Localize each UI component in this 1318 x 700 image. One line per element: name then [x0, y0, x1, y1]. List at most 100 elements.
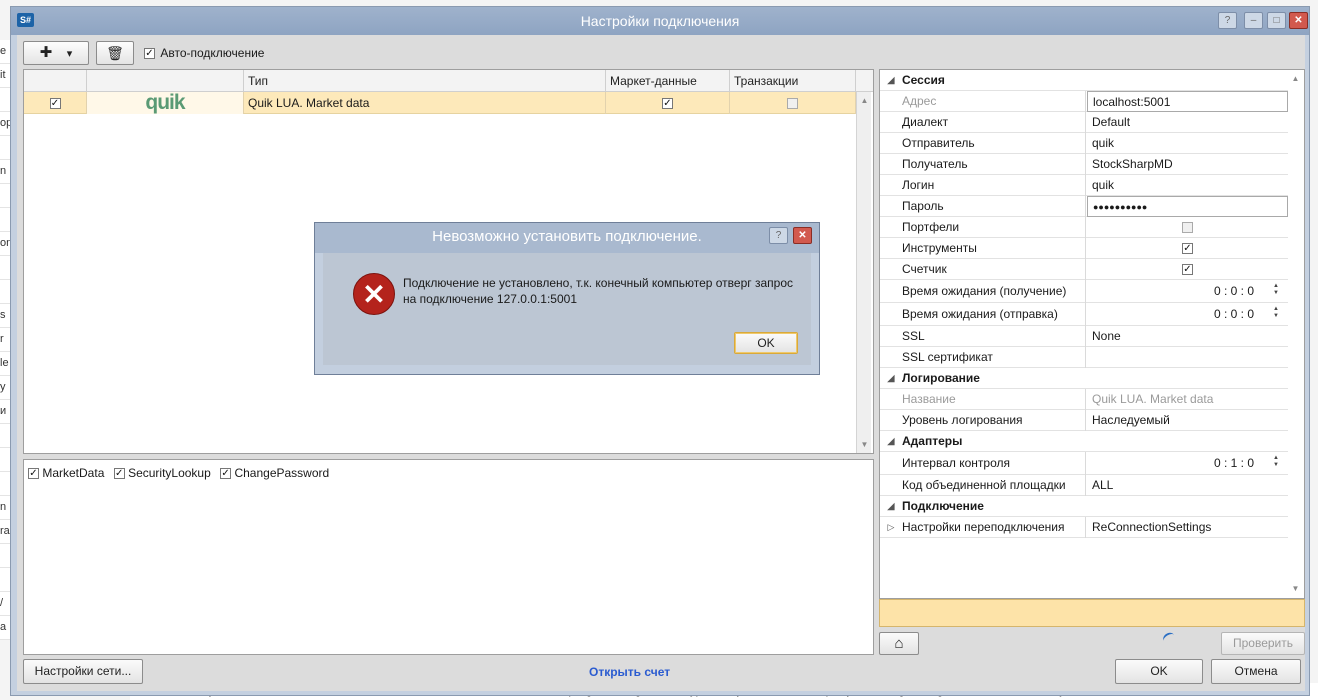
spinner-icon[interactable]: ▲ ▼	[1270, 283, 1282, 298]
property-password[interactable]: Пароль ●●●●●●●●●●	[880, 196, 1288, 217]
property-instruments[interactable]: Инструменты ✓	[880, 238, 1288, 259]
collapse-icon[interactable]: ◢	[880, 431, 902, 452]
message-type-changepassword[interactable]: ✓ ChangePassword	[220, 466, 329, 480]
transactions-checkbox[interactable]	[787, 98, 798, 110]
message-type-securitylookup[interactable]: ✓ SecurityLookup	[113, 466, 214, 480]
securitylookup-check-icon: ✓	[113, 468, 125, 480]
message-type-marketdata[interactable]: ✓ MarketData	[28, 466, 108, 480]
market-data-checkbox[interactable]: ✓	[662, 98, 673, 110]
open-account-link[interactable]: Открыть счет	[589, 665, 670, 679]
category-session-label: Сессия	[902, 73, 945, 87]
scroll-up-icon[interactable]: ▲	[1288, 74, 1303, 83]
portfolios-checkbox[interactable]	[1182, 222, 1193, 234]
grid-scrollbar[interactable]: ▲ ▼	[856, 92, 871, 453]
column-header-market-data[interactable]: Маркет-данные	[606, 70, 730, 92]
column-header-type[interactable]: Тип	[244, 70, 606, 92]
ok-button[interactable]: OK	[1115, 659, 1203, 684]
collapse-icon[interactable]: ◢	[880, 496, 902, 517]
maximize-button[interactable]: □	[1267, 12, 1286, 29]
property-reconnect[interactable]: ▷ Настройки переподключения ReConnection…	[880, 517, 1288, 538]
error-dialog-title[interactable]: Невозможно установить подключение.	[315, 223, 819, 253]
instruments-cell[interactable]: ✓	[1087, 238, 1288, 259]
scroll-down-icon[interactable]: ▼	[1288, 584, 1303, 593]
close-button[interactable]: ✕	[1289, 12, 1308, 29]
scroll-down-icon[interactable]: ▼	[857, 440, 872, 449]
ssl-cert-value[interactable]	[1087, 347, 1288, 368]
category-adapters[interactable]: ◢ Адаптеры	[880, 431, 1288, 452]
sender-value[interactable]: quik	[1087, 133, 1288, 154]
property-recv-timeout[interactable]: Время ожидания (получение) 0 : 0 : 0 ▲ ▼	[880, 280, 1288, 303]
column-header-logo[interactable]	[87, 70, 244, 92]
expand-icon[interactable]: ▷	[880, 517, 902, 538]
reconnect-value[interactable]: ReConnectionSettings	[1087, 517, 1288, 538]
category-session[interactable]: ◢ Сессия	[880, 70, 1288, 91]
table-row[interactable]: ✓ quik Quik LUA. Market data ✓	[24, 92, 856, 114]
property-login[interactable]: Логин quik	[880, 175, 1288, 196]
counter-cell[interactable]: ✓	[1087, 259, 1288, 280]
counter-checkbox[interactable]: ✓	[1182, 264, 1193, 276]
ssl-value[interactable]: None	[1087, 326, 1288, 347]
row-enabled-checkbox[interactable]: ✓	[49, 98, 61, 110]
auto-connect-checkbox[interactable]: ✓ Авто-подключение	[144, 46, 264, 60]
recv-timeout-input[interactable]: 0 : 0 : 0 ▲ ▼	[1087, 280, 1288, 303]
title-bar[interactable]: Настройки подключения S# ? ‒ □ ✕	[11, 7, 1309, 35]
collapse-icon[interactable]: ◢	[880, 70, 902, 91]
property-address[interactable]: Адрес localhost:5001	[880, 91, 1288, 112]
quik-logo-text: quik	[145, 91, 185, 114]
recv-timeout-value: 0 : 0 : 0	[1213, 284, 1254, 298]
property-ssl[interactable]: SSL None	[880, 326, 1288, 347]
row-enabled-cell[interactable]: ✓	[24, 92, 87, 114]
dialect-value[interactable]: Default	[1087, 112, 1288, 133]
dialog-close-button[interactable]: ✕	[793, 227, 812, 244]
property-log-level[interactable]: Уровень логирования Наследуемый	[880, 410, 1288, 431]
property-portfolios[interactable]: Портфели	[880, 217, 1288, 238]
spinner-icon[interactable]: ▲ ▼	[1270, 306, 1282, 321]
spinner-icon[interactable]: ▲ ▼	[1270, 455, 1282, 470]
grid-header: Тип Маркет-данные Транзакции	[24, 70, 873, 92]
property-send-timeout[interactable]: Время ожидания (отправка) 0 : 0 : 0 ▲ ▼	[880, 303, 1288, 326]
login-value[interactable]: quik	[1087, 175, 1288, 196]
property-log-name[interactable]: Название Quik LUA. Market data	[880, 389, 1288, 410]
add-connection-button[interactable]: ✚ ▾	[23, 41, 89, 65]
row-market-data-cell[interactable]: ✓	[606, 92, 730, 114]
address-input[interactable]: localhost:5001	[1087, 91, 1288, 112]
property-name: Логин	[902, 175, 1086, 196]
property-heartbeat[interactable]: Интервал контроля 0 : 1 : 0 ▲ ▼	[880, 452, 1288, 475]
collapse-icon[interactable]: ◢	[880, 368, 902, 389]
send-timeout-input[interactable]: 0 : 0 : 0 ▲ ▼	[1087, 303, 1288, 326]
property-dialect[interactable]: Диалект Default	[880, 112, 1288, 133]
home-button[interactable]: ⌂	[879, 632, 919, 655]
board-code-value[interactable]: ALL	[1087, 475, 1288, 496]
help-icon[interactable]: ?	[1218, 12, 1237, 29]
password-input[interactable]: ●●●●●●●●●●	[1087, 196, 1288, 217]
instruments-checkbox[interactable]: ✓	[1182, 243, 1193, 255]
property-name: SSL сертификат	[902, 347, 1086, 368]
check-button[interactable]: Проверить	[1221, 632, 1305, 655]
delete-connection-button[interactable]: 🗑	[96, 41, 134, 65]
scroll-up-icon[interactable]: ▲	[857, 96, 872, 105]
property-name: Портфели	[902, 217, 1086, 238]
property-name: Пароль	[902, 196, 1086, 217]
property-name: Настройки переподключения	[902, 517, 1086, 538]
column-header-transactions[interactable]: Транзакции	[730, 70, 856, 92]
dialog-ok-button[interactable]: OK	[734, 332, 798, 354]
log-level-value[interactable]: Наследуемый	[1087, 410, 1288, 431]
row-transactions-cell[interactable]	[730, 92, 856, 114]
column-header-enabled[interactable]	[24, 70, 87, 92]
property-sender[interactable]: Отправитель quik	[880, 133, 1288, 154]
receiver-value[interactable]: StockSharpMD	[1087, 154, 1288, 175]
error-dialog-body: ✕ Подключение не установлено, т.к. конеч…	[323, 253, 811, 365]
property-counter[interactable]: Счетчик ✓	[880, 259, 1288, 280]
property-ssl-cert[interactable]: SSL сертификат	[880, 347, 1288, 368]
property-board-code[interactable]: Код объединенной площадки ALL	[880, 475, 1288, 496]
property-grid-scrollbar[interactable]: ▲ ▼	[1288, 70, 1303, 598]
dialog-help-icon[interactable]: ?	[769, 227, 788, 244]
network-settings-button[interactable]: Настройки сети...	[23, 659, 143, 684]
cancel-button[interactable]: Отмена	[1211, 659, 1301, 684]
heartbeat-input[interactable]: 0 : 1 : 0 ▲ ▼	[1087, 452, 1288, 475]
category-logging[interactable]: ◢ Логирование	[880, 368, 1288, 389]
minimize-button[interactable]: ‒	[1244, 12, 1263, 29]
property-receiver[interactable]: Получатель StockSharpMD	[880, 154, 1288, 175]
category-connection[interactable]: ◢ Подключение	[880, 496, 1288, 517]
portfolios-cell[interactable]	[1087, 217, 1288, 238]
